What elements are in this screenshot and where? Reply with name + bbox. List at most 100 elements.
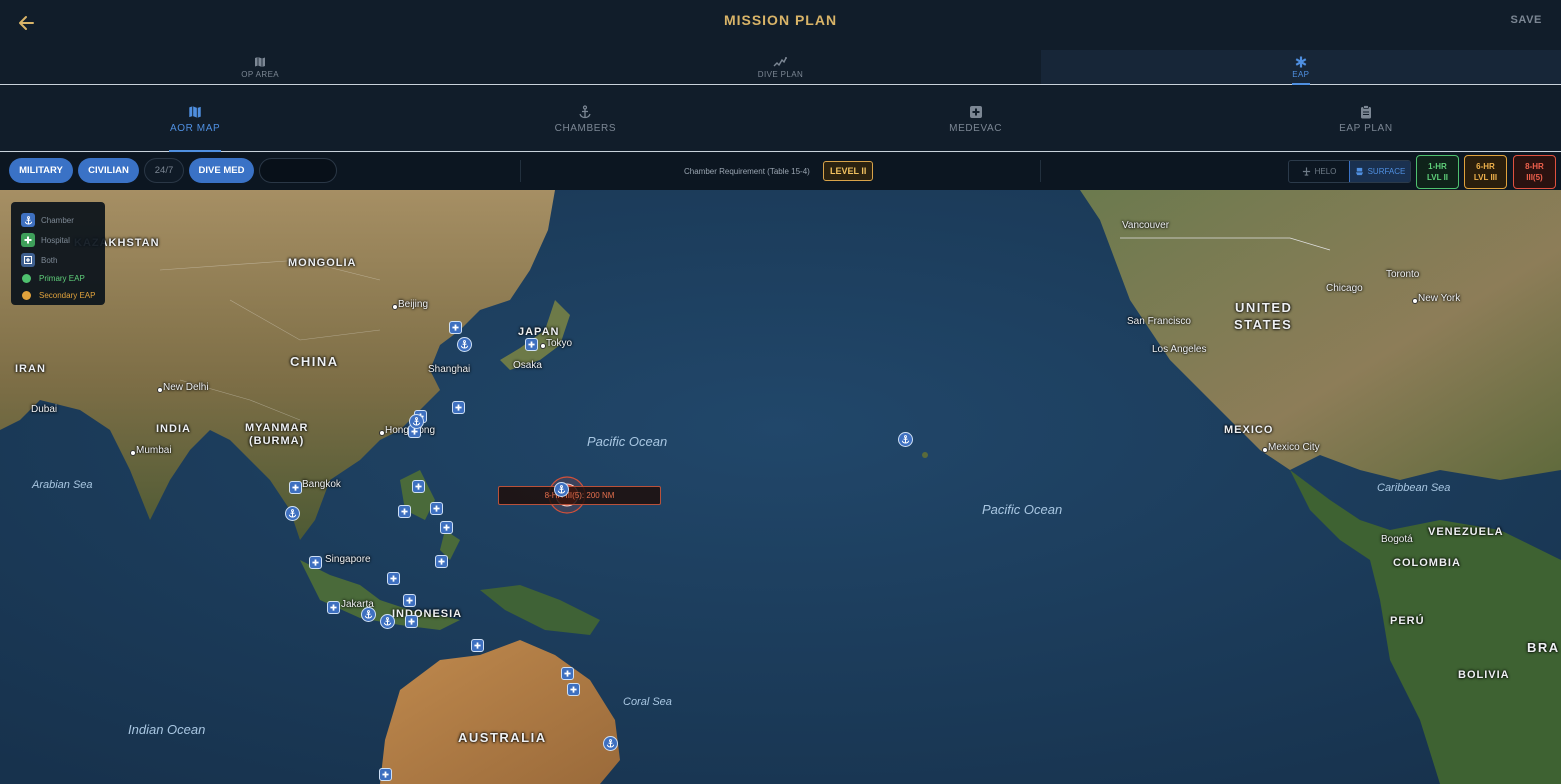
- map-label-peru: PERÚ: [1390, 615, 1425, 627]
- anchor-icon: [557, 485, 566, 494]
- medical-cross-icon: [455, 404, 462, 411]
- legend-secondary-eap: Secondary EAP: [21, 287, 105, 304]
- chamber-marker[interactable]: [380, 614, 395, 629]
- map-ocean-indian: Indian Ocean: [128, 722, 206, 737]
- map-ocean-coral-sea: Coral Sea: [623, 696, 672, 708]
- medical-cross-icon: [570, 686, 577, 693]
- map-city-los-angeles: Los Angeles: [1152, 344, 1207, 355]
- chamber-marker[interactable]: [898, 432, 913, 447]
- aor-map[interactable]: KAZAKHSTAN MONGOLIA CHINA IRAN INDIA MYA…: [0, 190, 1561, 784]
- anchor-icon: [383, 617, 392, 626]
- chamber-requirement-label: Chamber Requirement (Table 15-4): [684, 167, 810, 176]
- ship-icon: [1355, 167, 1363, 176]
- hospital-marker[interactable]: [430, 502, 443, 515]
- hospital-marker[interactable]: [379, 768, 392, 781]
- legend-label: Both: [41, 255, 58, 265]
- filter-civilian-toggle[interactable]: CIVILIAN: [78, 158, 139, 183]
- map-label-india: INDIA: [156, 423, 191, 435]
- filter-24-7-toggle[interactable]: 24/7: [144, 158, 184, 183]
- transport-mode-toggle: HELO SURFACE: [1288, 160, 1411, 183]
- tab-dive-plan[interactable]: DIVE PLAN: [520, 50, 1040, 84]
- medical-cross-icon: [474, 642, 481, 649]
- time-window-8hr-button[interactable]: 8-HR III(5): [1513, 155, 1556, 189]
- hospital-marker[interactable]: [440, 521, 453, 534]
- map-label-mongolia: MONGOLIA: [288, 257, 357, 269]
- chamber-marker[interactable]: [457, 337, 472, 352]
- chamber-marker[interactable]: [603, 736, 618, 751]
- hospital-marker[interactable]: [289, 481, 302, 494]
- plane-icon: [1302, 167, 1310, 176]
- medical-cross-icon: [415, 483, 422, 490]
- tab-eap-plan[interactable]: EAP PLAN: [1171, 86, 1561, 151]
- map-city-chicago: Chicago: [1326, 283, 1363, 294]
- tab-label: CHAMBERS: [554, 122, 617, 134]
- time-window-1hr-button[interactable]: 1-HR LVL II: [1416, 155, 1459, 189]
- tab-eap[interactable]: EAP: [1040, 50, 1561, 85]
- map-label-venezuela: VENEZUELA: [1428, 526, 1504, 538]
- hospital-marker[interactable]: [327, 601, 340, 614]
- tab-aor-map[interactable]: AOR MAP: [0, 86, 390, 152]
- mode-helo-button[interactable]: HELO: [1289, 161, 1349, 182]
- chamber-marker[interactable]: [554, 482, 569, 497]
- arrow-left-icon: [19, 16, 34, 30]
- medical-cross-icon: [408, 618, 415, 625]
- back-button[interactable]: [14, 10, 40, 36]
- medical-cross-icon: [330, 604, 337, 611]
- map-city-shanghai: Shanghai: [428, 364, 471, 375]
- map-label-mexico: MEXICO: [1224, 424, 1274, 436]
- hospital-marker[interactable]: [452, 401, 465, 414]
- map-label-japan: JAPAN: [518, 326, 560, 338]
- divider: [520, 160, 521, 182]
- hospital-marker[interactable]: [403, 594, 416, 607]
- tab-medevac[interactable]: MEDEVAC: [781, 86, 1171, 151]
- time-window-duration: 8-HR: [1525, 162, 1544, 171]
- hospital-marker[interactable]: [398, 505, 411, 518]
- map-base: [0, 190, 1561, 784]
- medical-cross-icon: [411, 428, 418, 435]
- time-window-level: LVL II: [1426, 173, 1449, 182]
- hospital-marker[interactable]: [561, 667, 574, 680]
- anchor-icon: [606, 739, 615, 748]
- medical-cross-icon: [406, 597, 413, 604]
- filter-dive-med-toggle[interactable]: DIVE MED: [189, 158, 254, 183]
- map-label-australia: AUSTRALIA: [458, 730, 547, 745]
- map-label-china: CHINA: [290, 354, 339, 369]
- tab-chambers[interactable]: CHAMBERS: [390, 86, 780, 151]
- hospital-marker[interactable]: [405, 615, 418, 628]
- hospital-icon: [21, 233, 35, 247]
- hospital-marker[interactable]: [309, 556, 322, 569]
- medical-cross-icon: [433, 505, 440, 512]
- hospital-marker[interactable]: [525, 338, 538, 351]
- filter-search-input[interactable]: [259, 158, 337, 183]
- anchor-icon: [288, 509, 297, 518]
- time-window-duration: 6-HR: [1476, 162, 1495, 171]
- filter-military-toggle[interactable]: MILITARY: [9, 158, 73, 183]
- tab-label: AOR MAP: [169, 122, 221, 134]
- tab-op-area[interactable]: OP AREA: [0, 50, 520, 84]
- time-window-6hr-button[interactable]: 6-HR LVL III: [1464, 155, 1507, 189]
- hospital-marker[interactable]: [435, 555, 448, 568]
- chamber-marker[interactable]: [285, 506, 300, 521]
- save-button[interactable]: SAVE: [1510, 14, 1542, 26]
- chamber-marker[interactable]: [361, 607, 376, 622]
- map-city-beijing: Beijing: [391, 299, 429, 310]
- hospital-marker[interactable]: [449, 321, 462, 334]
- medical-cross-icon: [443, 524, 450, 531]
- map-label-bolivia: BOLIVIA: [1458, 669, 1510, 681]
- top-bar: MISSION PLAN SAVE: [0, 0, 1561, 50]
- hospital-marker[interactable]: [412, 480, 425, 493]
- hospital-marker[interactable]: [471, 639, 484, 652]
- medical-cross-icon: [452, 324, 459, 331]
- mode-surface-button[interactable]: SURFACE: [1349, 161, 1410, 182]
- map-label-iran: IRAN: [15, 363, 46, 375]
- hospital-marker[interactable]: [387, 572, 400, 585]
- map-legend: Chamber Hospital Both Primary EAP Second…: [11, 202, 105, 305]
- level-badge[interactable]: LEVEL II: [823, 161, 874, 181]
- legend-label: Secondary EAP: [39, 291, 96, 300]
- map-ocean-pacific-west: Pacific Ocean: [587, 434, 668, 449]
- map-icon: [255, 57, 266, 67]
- hospital-marker[interactable]: [567, 683, 580, 696]
- map-label-united: UNITED: [1235, 300, 1293, 315]
- divider: [1040, 160, 1041, 182]
- chamber-marker[interactable]: [409, 414, 424, 429]
